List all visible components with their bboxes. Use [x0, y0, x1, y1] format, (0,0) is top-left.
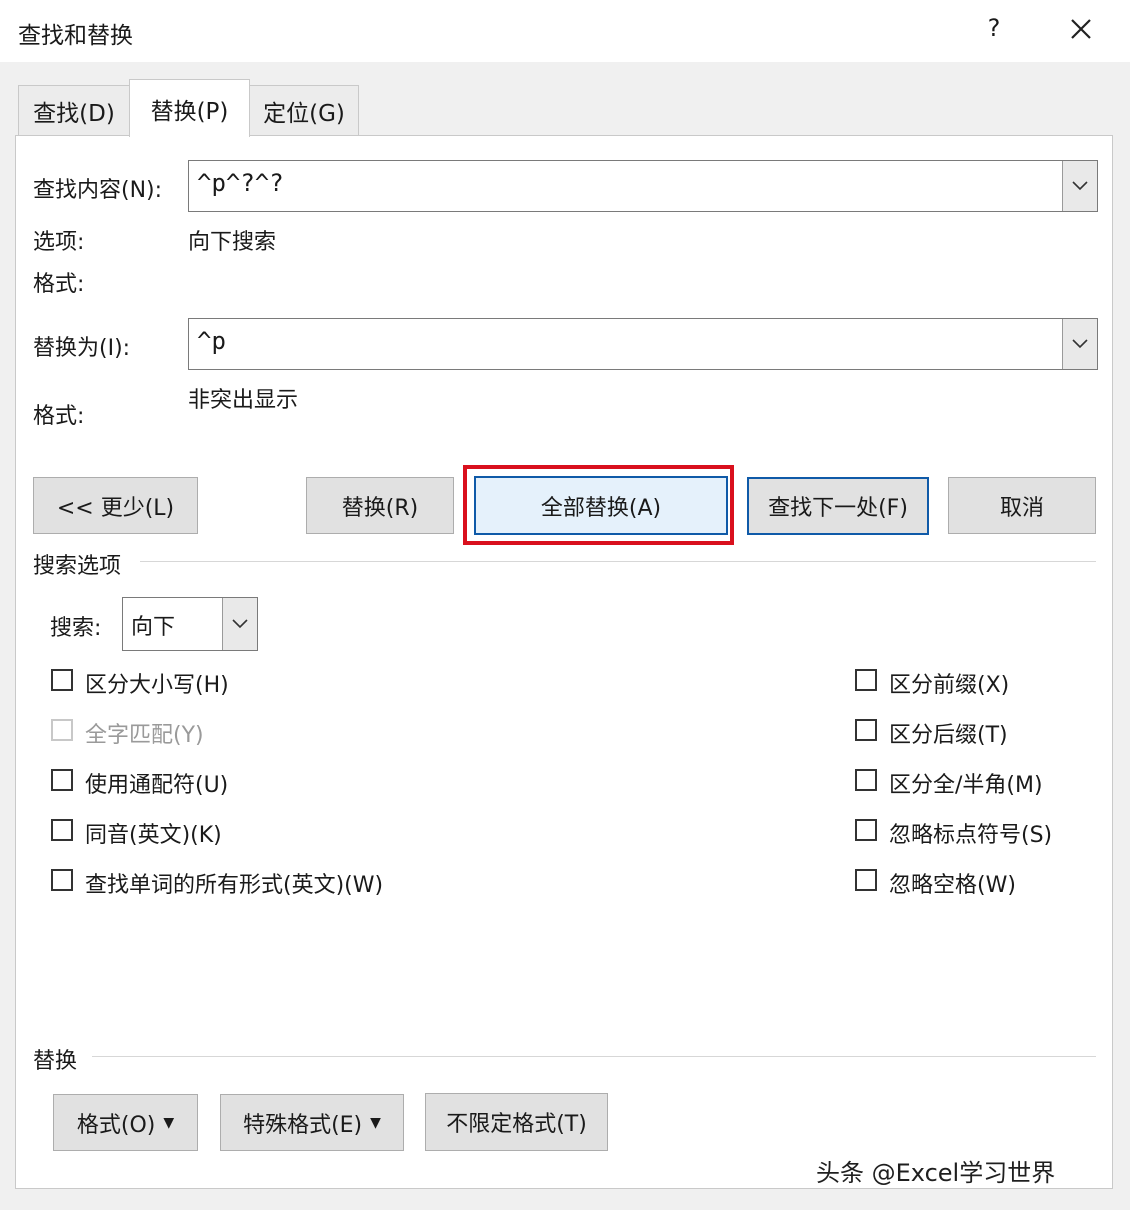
find-next-button[interactable]: 查找下一处(F): [747, 477, 929, 535]
match-suffix-checkbox[interactable]: [855, 719, 877, 741]
ignore-space-label[interactable]: 忽略空格(W): [889, 867, 1016, 899]
caret-down-icon: ▼: [163, 1114, 175, 1131]
no-formatting-button[interactable]: 不限定格式(T): [425, 1093, 608, 1151]
find-label: 查找内容(N):: [33, 178, 163, 203]
all-word-forms-checkbox[interactable]: [51, 869, 73, 891]
options-value: 向下搜索: [188, 230, 277, 255]
search-direction-value: 向下: [131, 615, 176, 640]
format-button[interactable]: 格式(O) ▼: [53, 1094, 198, 1151]
match-prefix-checkbox[interactable]: [855, 669, 877, 691]
wildcards-label[interactable]: 使用通配符(U): [85, 767, 228, 799]
chevron-down-icon[interactable]: [1062, 161, 1097, 211]
less-button[interactable]: << 更少(L): [33, 477, 198, 534]
divider: [140, 561, 1096, 562]
replace-input[interactable]: ^p: [197, 327, 226, 355]
special-button[interactable]: 特殊格式(E) ▼: [220, 1094, 404, 1151]
caret-down-icon: ▼: [370, 1114, 381, 1131]
chevron-down-icon[interactable]: [222, 598, 257, 650]
special-button-label: 特殊格式(E): [243, 1112, 363, 1138]
divider: [92, 1056, 1096, 1057]
replace-label: 替换为(I):: [33, 336, 131, 361]
ignore-punctuation-label[interactable]: 忽略标点符号(S): [889, 817, 1052, 849]
replace-button[interactable]: 替换(R): [306, 477, 454, 534]
all-word-forms-label[interactable]: 查找单词的所有形式(英文)(W): [85, 867, 383, 899]
search-direction-select[interactable]: 向下: [122, 597, 258, 651]
format-button-label: 格式(O): [76, 1112, 156, 1138]
sounds-like-checkbox[interactable]: [51, 819, 73, 841]
replace-combobox[interactable]: ^p: [188, 318, 1098, 370]
replace-format-label: 格式:: [33, 404, 85, 429]
match-case-checkbox[interactable]: [51, 669, 73, 691]
highlight-box: [463, 465, 734, 545]
options-label: 选项:: [33, 230, 85, 255]
match-width-checkbox[interactable]: [855, 769, 877, 791]
replace-format-value: 非突出显示: [188, 388, 299, 413]
sounds-like-label[interactable]: 同音(英文)(K): [85, 817, 222, 849]
ignore-space-checkbox[interactable]: [855, 869, 877, 891]
search-direction-label: 搜索:: [50, 616, 102, 641]
replace-section-title: 替换: [33, 1049, 78, 1074]
ignore-punctuation-checkbox[interactable]: [855, 819, 877, 841]
search-options-title: 搜索选项: [33, 554, 122, 579]
cancel-button[interactable]: 取消: [948, 477, 1096, 534]
find-format-label: 格式:: [33, 272, 85, 297]
match-prefix-label[interactable]: 区分前缀(X): [889, 667, 1009, 699]
whole-word-checkbox: [51, 719, 73, 741]
whole-word-label: 全字匹配(Y): [85, 723, 204, 748]
chevron-down-icon[interactable]: [1062, 319, 1097, 369]
wildcards-checkbox[interactable]: [51, 769, 73, 791]
match-suffix-label[interactable]: 区分后缀(T): [889, 717, 1008, 749]
find-input[interactable]: ^p^?^?: [197, 169, 284, 197]
find-combobox[interactable]: ^p^?^?: [188, 160, 1098, 212]
watermark: 头条 @Excel学习世界: [816, 1159, 1056, 1187]
match-width-label[interactable]: 区分全/半角(M): [889, 767, 1043, 799]
match-case-label[interactable]: 区分大小写(H): [85, 667, 229, 699]
